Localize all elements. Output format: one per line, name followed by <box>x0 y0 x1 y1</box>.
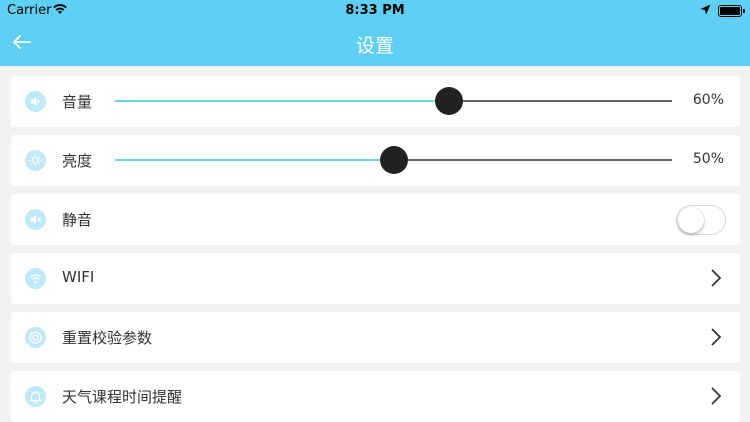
volume-icon <box>25 91 46 112</box>
page-title: 设置 <box>355 35 394 57</box>
reset-calibration-row[interactable]: 重置校验参数 <box>11 312 740 363</box>
volume-slider-thumb[interactable] <box>435 87 464 115</box>
mute-label: 静音 <box>62 211 93 229</box>
bell-icon <box>25 386 46 407</box>
volume-value: 60% <box>692 92 724 108</box>
mute-icon <box>25 209 46 230</box>
chevron-right-icon <box>711 269 722 287</box>
reminder-label: 天气课程时间提醒 <box>62 388 183 406</box>
brightness-label: 亮度 <box>62 152 93 170</box>
volume-slider[interactable] <box>115 87 672 115</box>
volume-label: 音量 <box>62 93 93 111</box>
reset-calibration-label: 重置校验参数 <box>62 329 153 347</box>
brightness-icon <box>25 150 46 171</box>
nav-bar: Carrier 8:33 PM 设置 <box>0 0 750 66</box>
reminder-row[interactable]: 天气课程时间提醒 <box>11 371 740 422</box>
mute-row: 静音 <box>11 194 740 245</box>
volume-row: 音量 60% <box>11 76 740 127</box>
brightness-slider-thumb[interactable] <box>379 146 408 174</box>
battery-icon <box>718 5 745 17</box>
status-bar: Carrier 8:33 PM <box>0 0 750 22</box>
wifi-row[interactable]: WIFI <box>11 253 740 304</box>
wifi-label: WIFI <box>62 268 95 286</box>
mute-toggle-knob <box>678 207 704 233</box>
brightness-row: 亮度 50% <box>11 135 740 186</box>
volume-slider-fill <box>115 100 450 102</box>
chevron-right-icon <box>711 328 722 346</box>
clock: 8:33 PM <box>345 3 405 18</box>
reset-icon <box>25 327 46 348</box>
brightness-slider[interactable] <box>115 146 672 174</box>
brightness-value: 50% <box>692 151 724 167</box>
brightness-slider-fill <box>115 159 394 161</box>
location-arrow-icon <box>700 4 711 19</box>
chevron-right-icon <box>711 387 722 405</box>
mute-toggle[interactable] <box>676 205 726 235</box>
wifi-icon <box>25 268 46 289</box>
